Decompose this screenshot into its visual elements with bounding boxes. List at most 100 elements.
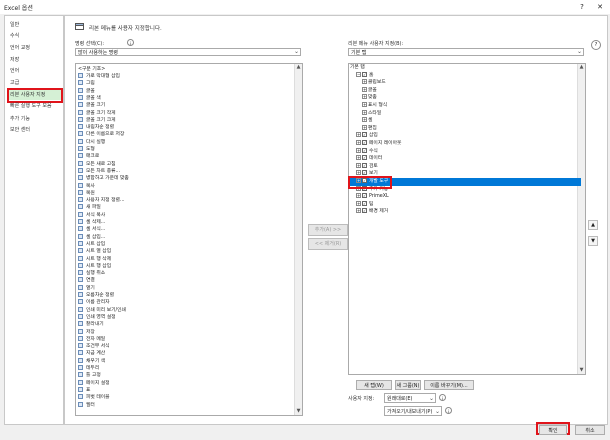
list-item[interactable]: 셀 서식... [78, 226, 105, 233]
remove-button[interactable]: << 제거(R) [308, 238, 348, 250]
list-item[interactable]: 시트 행 삽입 [78, 262, 111, 270]
help-button[interactable]: ? [575, 1, 589, 13]
list-item[interactable]: 잘라내기 [78, 321, 104, 328]
list-item[interactable]: 서식 복사 [78, 211, 105, 219]
expand-icon[interactable]: + [356, 132, 361, 138]
checkbox[interactable]: ✓ [362, 208, 367, 214]
checkbox[interactable]: ✓ [362, 155, 367, 161]
list-item[interactable]: 모든 새로 고침 [78, 160, 116, 168]
cancel-button[interactable]: 취소 [575, 425, 605, 435]
tree-scrollbar[interactable]: ▲ ▼ [577, 64, 585, 374]
checkbox[interactable]: ✓ [362, 170, 367, 176]
scroll-up-icon[interactable]: ▲ [578, 64, 585, 71]
expand-icon[interactable]: + [362, 117, 367, 123]
list-item[interactable]: 내림차순 정렬 [78, 124, 114, 131]
list-item[interactable]: 매크로 [78, 153, 99, 160]
move-up-button[interactable]: ▲ [588, 220, 598, 230]
close-button[interactable]: ✕ [593, 1, 607, 13]
list-item[interactable]: 피벗 테이블 [78, 394, 110, 401]
list-item[interactable]: 시트 열 삽입 [78, 248, 111, 255]
expand-icon[interactable]: + [356, 193, 361, 199]
list-item[interactable]: 글꼴 크기 크게 [78, 116, 116, 124]
list-item[interactable]: 글꼴 [78, 87, 95, 95]
list-item[interactable]: 복원 [78, 189, 95, 197]
list-item[interactable]: 틀 고정 [78, 372, 101, 379]
checkbox[interactable]: ✓ [362, 200, 367, 206]
tabs-dropdown[interactable]: 기본 탭 ⌄ [348, 48, 584, 56]
expand-icon[interactable]: + [356, 147, 361, 153]
list-item[interactable]: 도형 [78, 146, 95, 153]
checkbox[interactable]: ✓ [362, 140, 367, 145]
list-item[interactable]: 오름차순 정렬 [78, 292, 114, 299]
checkbox[interactable]: ✓ [362, 147, 367, 153]
expand-icon[interactable]: + [356, 155, 361, 161]
list-item[interactable]: 가로 막대형 삽입 [78, 73, 120, 80]
checkbox[interactable]: ✓ [362, 193, 367, 199]
scroll-up-icon[interactable]: ▲ [295, 64, 302, 71]
collapse-icon[interactable]: − [356, 71, 361, 77]
list-item[interactable]: 열기 [78, 284, 95, 292]
list-item[interactable]: 전자 메일 [78, 335, 105, 343]
rename-button[interactable]: 이름 바꾸기(M)... [424, 380, 474, 390]
list-item[interactable]: 채우기 색 [78, 357, 105, 365]
sidebar-item-proofing[interactable]: 언어 교정 [10, 44, 30, 51]
list-item[interactable]: 시트 행 삭제 [78, 255, 111, 263]
list-item[interactable]: 글꼴 색 [78, 94, 101, 102]
commands-scrollbar[interactable]: ▲ ▼ [294, 64, 302, 415]
expand-icon[interactable]: + [356, 140, 361, 145]
ok-button[interactable]: 확인 [539, 425, 567, 435]
move-down-button[interactable]: ▼ [588, 236, 598, 246]
list-item[interactable]: 조건부 서식 [78, 343, 110, 350]
list-item[interactable]: 이름 관리자 [78, 299, 110, 306]
tree-item[interactable]: + ✓ 배경 제거 [356, 208, 388, 216]
list-item[interactable]: 테두리 [78, 365, 99, 372]
list-item[interactable]: 셀 삭제... [78, 219, 105, 226]
list-item[interactable]: 시트 삽입 [78, 240, 105, 248]
checkbox[interactable]: ✓ [362, 132, 367, 138]
expand-icon[interactable]: + [356, 200, 361, 206]
expand-icon[interactable]: + [362, 102, 367, 107]
list-item[interactable]: 표 [78, 386, 90, 394]
commands-list[interactable]: <구분 기호> 가로 막대형 삽입 그림 글꼴 글꼴 색 글꼴 크기 글꼴 크기 작게 글꼴 … [75, 63, 303, 416]
list-item[interactable]: 저장 [78, 328, 95, 336]
expand-icon[interactable]: + [356, 162, 361, 168]
new-group-button[interactable]: 새 그룹(N) [395, 380, 421, 390]
expand-icon[interactable]: + [362, 79, 367, 85]
import-export-dropdown[interactable]: 가져오기/내보내기(P) ⌄ [384, 406, 442, 416]
list-item[interactable]: 글꼴 크기 [78, 102, 105, 109]
scroll-down-icon[interactable]: ▼ [295, 408, 302, 415]
list-item[interactable]: 모든 차트 종류... [78, 167, 120, 175]
sidebar-item-addins[interactable]: 추가 기능 [10, 115, 30, 122]
list-item[interactable]: 필터 [78, 401, 95, 409]
sidebar-item-customize-ribbon[interactable]: 리본 사용자 지정 [10, 91, 45, 98]
reset-dropdown[interactable]: 원래대로(E) ⌄ [384, 393, 436, 403]
expand-icon[interactable]: + [362, 86, 367, 92]
checkbox[interactable]: ✓ [362, 162, 367, 168]
list-item[interactable]: 페이지 설정 [78, 379, 110, 387]
scroll-down-icon[interactable]: ▼ [578, 367, 585, 374]
list-item[interactable]: 다른 이름으로 저장 [78, 131, 124, 138]
sidebar-item-advanced[interactable]: 고급 [10, 79, 19, 86]
list-item[interactable]: 글꼴 크기 작게 [78, 109, 116, 117]
list-item[interactable]: 연결 [78, 277, 95, 284]
list-item[interactable]: 인쇄 영역 설정 [78, 313, 116, 321]
new-tab-button[interactable]: 새 탭(W) [356, 380, 392, 390]
expand-icon[interactable]: + [362, 94, 367, 100]
list-item[interactable]: 실행 취소 [78, 270, 105, 277]
list-item[interactable]: 지금 계산 [78, 350, 105, 357]
list-item[interactable]: 복사 [78, 182, 95, 190]
sidebar-item-language[interactable]: 언어 [10, 67, 19, 74]
list-item[interactable]: 병합하고 가운데 맞춤 [78, 175, 129, 182]
checkbox[interactable]: ✓ [362, 71, 367, 77]
sidebar-item-trust-center[interactable]: 보안 센터 [10, 126, 30, 133]
list-item[interactable]: 인쇄 미리 보기/인쇄 [78, 306, 126, 314]
expand-icon[interactable]: + [356, 208, 361, 214]
add-button[interactable]: 추가(A) >> [308, 224, 348, 236]
list-item[interactable]: 셀 삽입... [78, 233, 105, 241]
list-item[interactable]: 그림 [78, 80, 95, 87]
sidebar-item-quick-access[interactable]: 빠른 실행 도구 모음 [10, 102, 52, 109]
list-item[interactable]: 다시 실행 [78, 138, 105, 146]
list-item[interactable]: 새 파일 [78, 204, 101, 211]
expand-icon[interactable]: + [362, 109, 367, 115]
list-item[interactable]: 사용자 지정 정렬... [78, 197, 125, 204]
